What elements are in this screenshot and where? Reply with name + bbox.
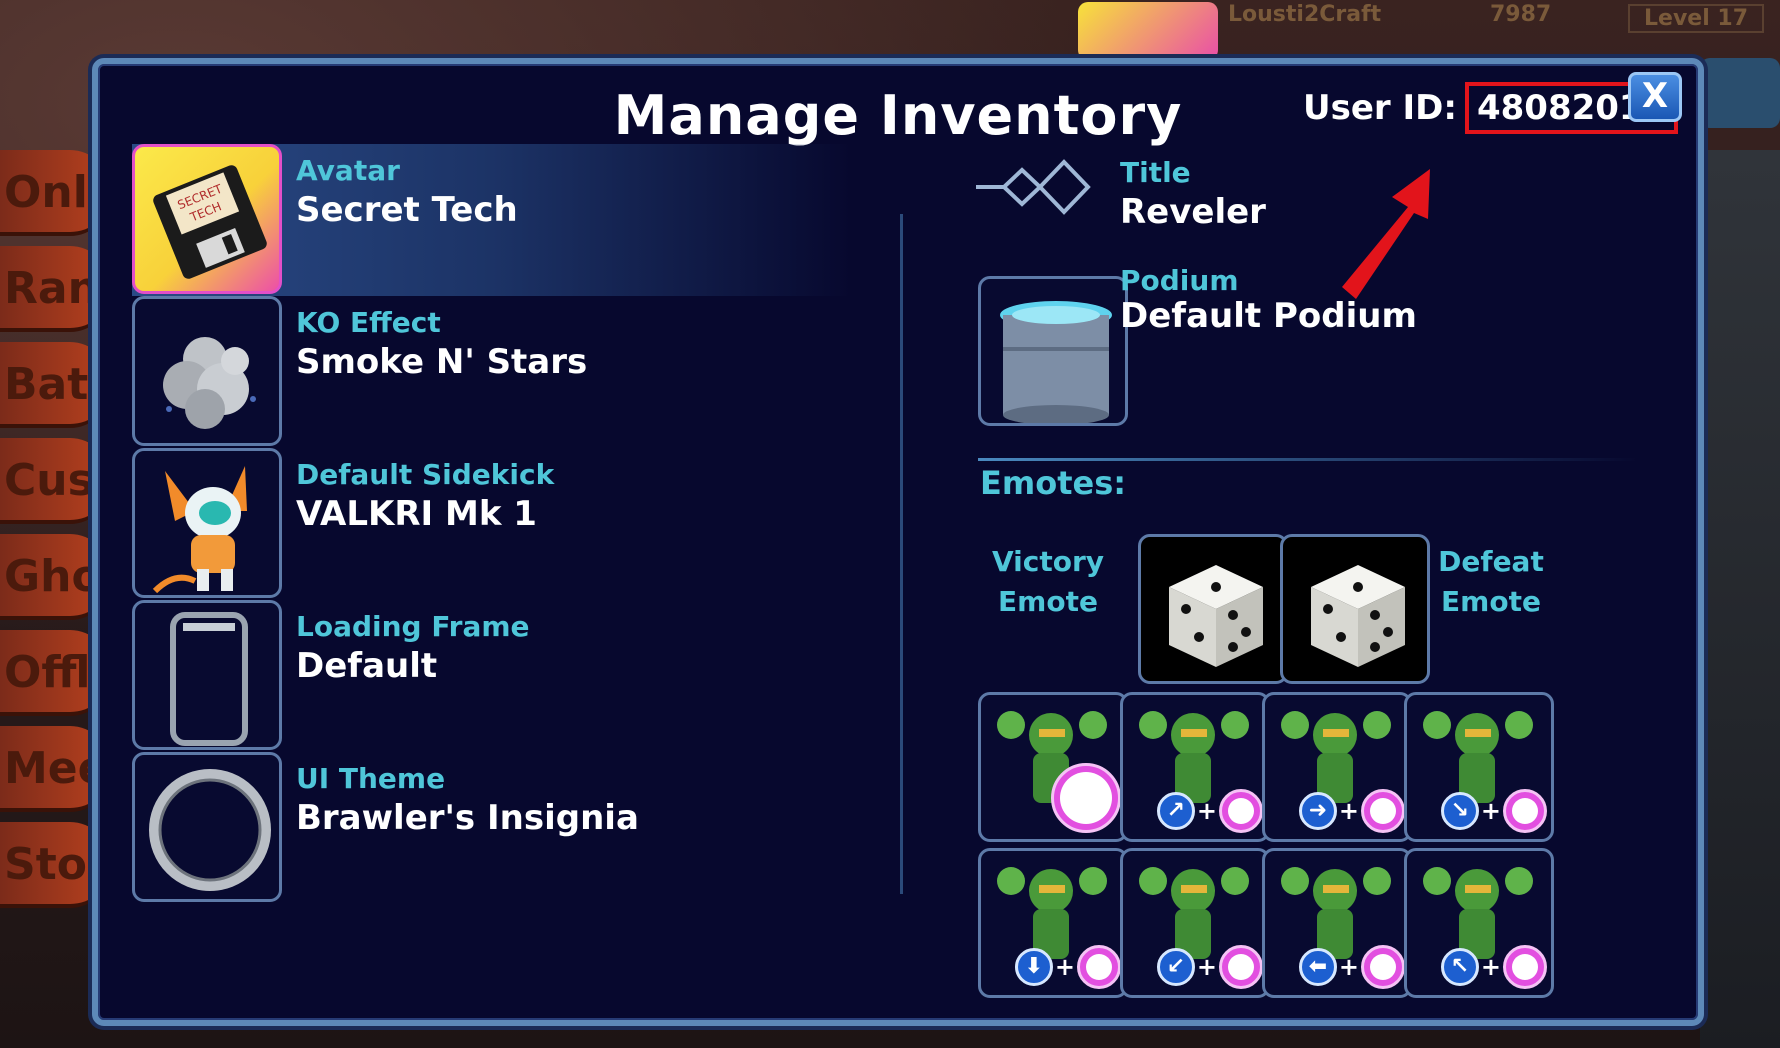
- bg-player-name: Lousti2Craft: [1228, 2, 1382, 27]
- inventory-item-ui-theme[interactable]: UI Theme Brawler's Insignia: [132, 752, 852, 904]
- smiley-icon: [1219, 789, 1263, 833]
- title-icon: [976, 159, 1091, 215]
- victory-line2: Emote: [998, 585, 1098, 618]
- defeat-emote-slot[interactable]: [1280, 534, 1430, 684]
- bg-profile-avatar: [1078, 2, 1218, 60]
- item-value: Brawler's Insignia: [296, 798, 639, 838]
- emote-slot-left[interactable]: ⬅ +: [1262, 848, 1412, 998]
- item-value: VALKRI Mk 1: [296, 494, 537, 534]
- podium-icon: [1000, 301, 1112, 423]
- manage-inventory-modal: Manage Inventory User ID: 48082017 X SEC…: [92, 58, 1704, 1026]
- defeat-line2: Emote: [1441, 585, 1541, 618]
- background-right-panel: [1700, 150, 1780, 1048]
- smiley-icon: [1503, 945, 1547, 989]
- item-category: Default Sidekick: [296, 458, 555, 491]
- title-category: Title: [1120, 156, 1191, 189]
- inventory-item-ko-effect[interactable]: KO Effect Smoke N' Stars: [132, 296, 852, 448]
- emote-slot-down-left[interactable]: ↙ +: [1120, 848, 1270, 998]
- ui-theme-thumbnail: [132, 752, 282, 902]
- title-value: Reveler: [1120, 192, 1266, 232]
- smiley-icon: [1051, 763, 1121, 833]
- podium-category: Podium: [1120, 264, 1239, 297]
- emote-slot-down[interactable]: ⬇ +: [978, 848, 1128, 998]
- smiley-icon: [1361, 789, 1405, 833]
- floppy-disk-icon: SECRET TECH: [153, 165, 267, 279]
- emotes-divider: [978, 458, 1638, 461]
- emote-slot-up-left[interactable]: ↖ +: [1404, 848, 1554, 998]
- victory-emote-label: Victory Emote: [988, 542, 1108, 622]
- podium-value: Default Podium: [1120, 296, 1417, 336]
- defeat-emote-label: Defeat Emote: [1436, 542, 1546, 622]
- emotes-label: Emotes:: [980, 464, 1127, 502]
- inventory-item-avatar[interactable]: SECRET TECH Avatar Secret Tech: [132, 144, 852, 296]
- item-category: Loading Frame: [296, 610, 530, 643]
- item-category: UI Theme: [296, 762, 446, 795]
- plus-icon: +: [1196, 797, 1217, 825]
- emote-slot-down-right[interactable]: ↘ +: [1404, 692, 1554, 842]
- plus-icon: +: [1196, 953, 1217, 981]
- arrow-down-left-icon: ↙: [1156, 948, 1195, 986]
- emote-slot-neutral[interactable]: [978, 692, 1128, 842]
- sidekick-thumbnail: [132, 448, 282, 598]
- loading-frame-thumbnail: [132, 600, 282, 750]
- smoke-cloud-icon: [163, 337, 256, 429]
- victory-line1: Victory: [991, 545, 1105, 578]
- arrow-left-icon: ⬅: [1298, 948, 1337, 986]
- plus-icon: +: [1480, 797, 1501, 825]
- item-category: Avatar: [296, 154, 400, 187]
- plus-icon: +: [1480, 953, 1501, 981]
- plus-icon: +: [1054, 953, 1075, 981]
- user-id: User ID: 48082017: [1303, 82, 1679, 134]
- item-value: Smoke N' Stars: [296, 342, 588, 382]
- red-arrow-annotation: [1342, 169, 1430, 299]
- user-id-label: User ID:: [1303, 88, 1457, 128]
- arrow-up-left-icon: ↖: [1440, 948, 1479, 986]
- avatar-thumbnail: SECRET TECH: [132, 144, 282, 294]
- dice-icon: [1311, 565, 1405, 667]
- inventory-item-sidekick[interactable]: Default Sidekick VALKRI Mk 1: [132, 448, 852, 600]
- close-button[interactable]: X: [1628, 72, 1682, 122]
- plus-icon: +: [1338, 953, 1359, 981]
- emote-slot-up-right[interactable]: ↗ +: [1120, 692, 1270, 842]
- defeat-line1: Defeat: [1438, 545, 1544, 578]
- arrow-down-icon: ⬇: [1014, 948, 1053, 986]
- bg-coins: 7987: [1490, 2, 1552, 27]
- robot-sidekick-icon: [152, 466, 247, 594]
- smiley-icon: [1503, 789, 1547, 833]
- emote-slot-right[interactable]: ➜ +: [1262, 692, 1412, 842]
- arrow-up-right-icon: ↗: [1156, 792, 1195, 830]
- dice-icon: [1169, 565, 1263, 667]
- item-value: Default: [296, 646, 438, 686]
- inventory-item-loading-frame[interactable]: Loading Frame Default: [132, 600, 852, 752]
- victory-emote-slot[interactable]: [1138, 534, 1288, 684]
- ko-effect-thumbnail: [132, 296, 282, 446]
- smiley-icon: [1077, 945, 1121, 989]
- column-divider: [900, 214, 903, 894]
- smiley-icon: [1361, 945, 1405, 989]
- frame-icon: [170, 612, 248, 746]
- item-value: Secret Tech: [296, 190, 518, 230]
- bg-level: Level 17: [1628, 4, 1765, 33]
- wrench-icon: [1700, 58, 1780, 128]
- podium-thumbnail[interactable]: [978, 276, 1128, 426]
- arrow-down-right-icon: ↘: [1440, 792, 1479, 830]
- ring-insignia-icon: [149, 769, 271, 891]
- arrow-right-icon: ➜: [1298, 792, 1337, 830]
- item-category: KO Effect: [296, 306, 441, 339]
- plus-icon: +: [1338, 797, 1359, 825]
- smiley-icon: [1219, 945, 1263, 989]
